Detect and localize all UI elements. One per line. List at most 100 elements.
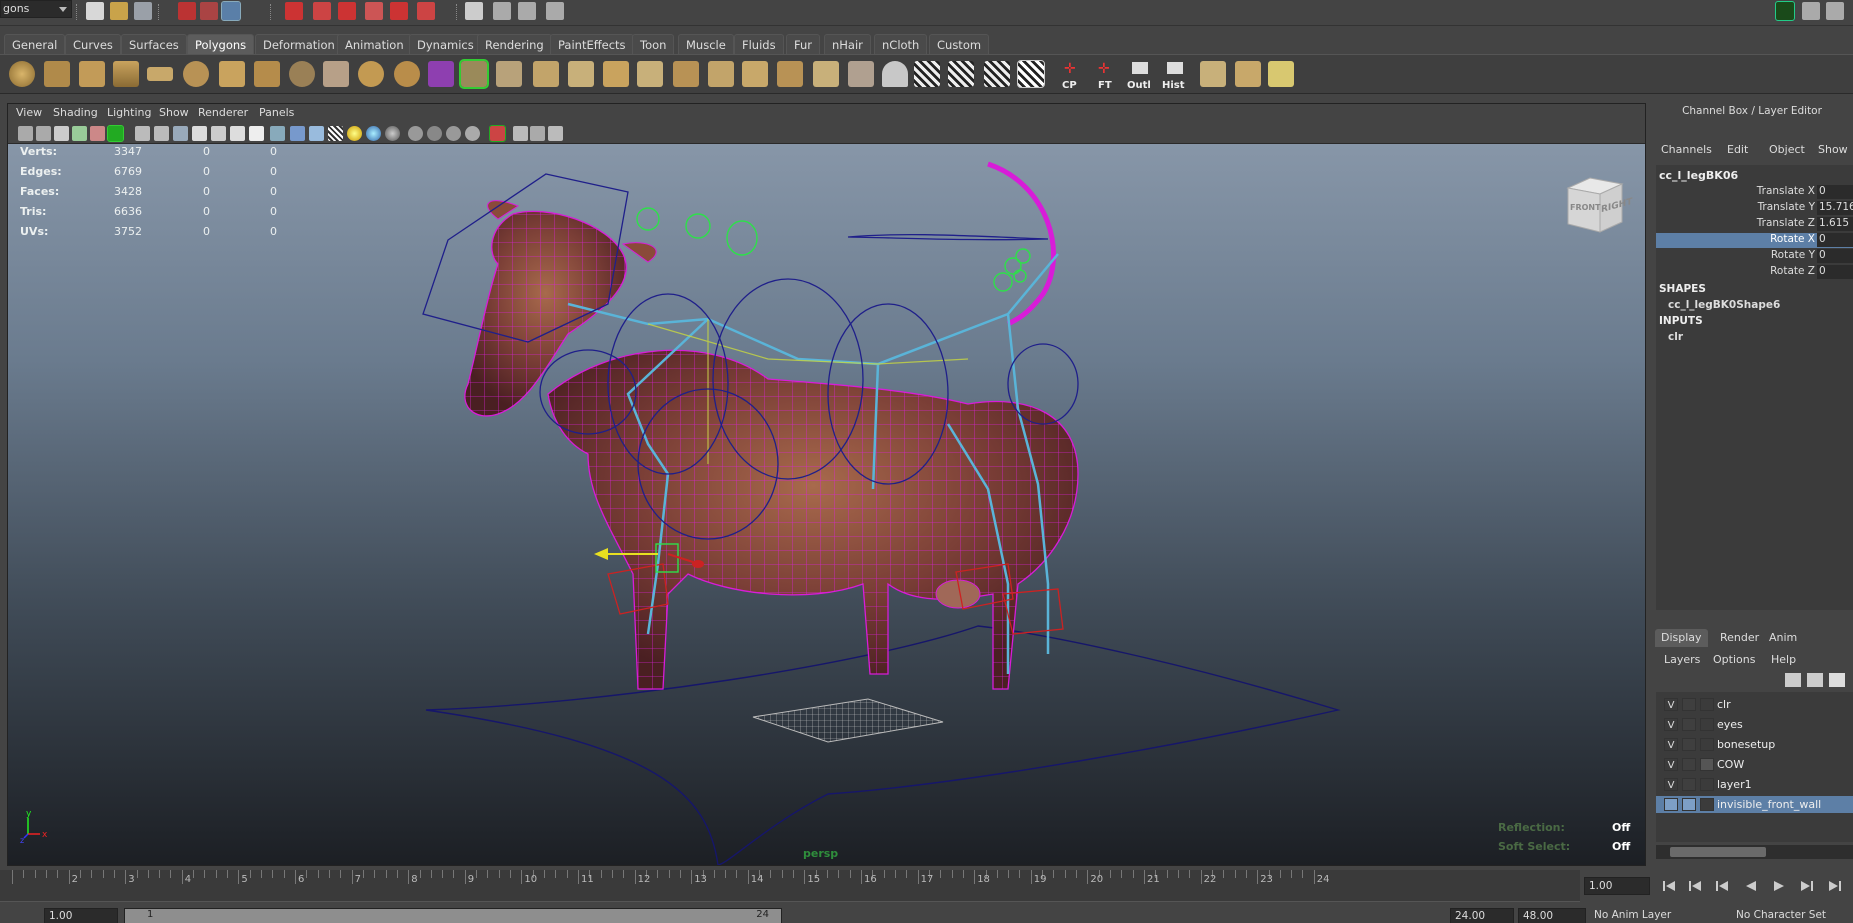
paint-weights-icon[interactable] [1235, 61, 1261, 87]
merge-vertices-icon[interactable] [742, 61, 768, 87]
texture-checker-icon[interactable] [1017, 60, 1045, 88]
poly-pyramid-icon[interactable] [219, 61, 245, 87]
make-live-icon[interactable] [390, 2, 408, 20]
tab-curves[interactable]: Curves [65, 34, 121, 54]
play-forward-icon[interactable] [1771, 879, 1787, 893]
use-all-lights-icon[interactable] [347, 126, 362, 141]
save-scene-icon[interactable] [134, 2, 152, 20]
smooth-icon[interactable] [394, 61, 420, 87]
menu-view[interactable]: View [16, 106, 42, 119]
menu-options[interactable]: Options [1713, 653, 1755, 666]
menu-lighting[interactable]: Lighting [107, 106, 151, 119]
poly-soccer-ball-icon[interactable] [289, 61, 315, 87]
mirror-geometry-icon[interactable] [813, 61, 839, 87]
tab-rendering[interactable]: Rendering [477, 34, 552, 54]
display-type-toggle[interactable] [1682, 738, 1696, 751]
uv-texture-editor-icon[interactable] [948, 61, 974, 87]
wireframe-on-shaded-icon[interactable] [309, 126, 324, 141]
split-polygon-icon[interactable] [568, 61, 594, 87]
frame-all-icon[interactable] [513, 126, 528, 141]
insert-edge-loop-icon[interactable] [603, 61, 629, 87]
layer-row-cow[interactable]: V COW [1656, 756, 1853, 773]
attr-translate-z[interactable]: Translate Z 1.615 [1656, 217, 1853, 232]
layer-row-invisible-front-wall[interactable]: invisible_front_wall [1656, 796, 1853, 813]
display-type-toggle[interactable] [1682, 718, 1696, 731]
layer-color-swatch[interactable] [1700, 698, 1714, 711]
select-object-icon[interactable] [200, 2, 218, 20]
shape-node[interactable]: cc_l_legBK0Shape6 [1668, 299, 1780, 311]
attr-value-field[interactable]: 0 [1817, 233, 1853, 247]
time-slider-track[interactable]: 2 3 4 5 6 7 8 9 10 11 12 13 14 15 16 17 18 19 20 21 22 23 24 [0, 870, 1580, 902]
attr-rotate-x[interactable]: Rotate X 0 [1656, 233, 1853, 248]
field-chart-icon[interactable] [211, 126, 226, 141]
poly-cube-icon[interactable] [44, 61, 70, 87]
layer-color-swatch[interactable] [1700, 758, 1714, 771]
display-type-toggle[interactable] [1682, 698, 1696, 711]
layer-color-swatch[interactable] [1700, 798, 1714, 811]
go-to-end-icon[interactable] [1827, 879, 1843, 893]
menu-object[interactable]: Object [1769, 143, 1805, 156]
menu-renderer[interactable]: Renderer [198, 106, 248, 119]
layer-color-swatch[interactable] [1700, 738, 1714, 751]
play-backward-icon[interactable] [1743, 879, 1759, 893]
center-pivot-button[interactable]: ✛ CP [1059, 61, 1085, 91]
visibility-toggle[interactable]: V [1664, 698, 1678, 711]
render-settings-icon[interactable] [546, 2, 564, 20]
select-component-icon[interactable] [221, 1, 241, 21]
display-type-toggle[interactable] [1682, 778, 1696, 791]
menu-help[interactable]: Help [1771, 653, 1796, 666]
tab-polygons[interactable]: Polygons [187, 34, 255, 54]
select-camera-icon[interactable] [18, 126, 33, 141]
high-quality-icon[interactable] [385, 126, 400, 141]
uv-layout-icon[interactable] [1268, 61, 1294, 87]
create-uv-icon[interactable] [848, 61, 874, 87]
cow-mesh[interactable] [464, 161, 1079, 690]
toggle-channel-box-icon[interactable] [1775, 1, 1795, 21]
poly-cone-icon[interactable] [113, 61, 139, 87]
select-tool-icon[interactable] [489, 125, 506, 142]
time-slider[interactable]: 2 3 4 5 6 7 8 9 10 11 12 13 14 15 16 17 18 19 20 21 22 23 24 1… [0, 870, 1853, 902]
bridge-icon[interactable] [496, 61, 522, 87]
attr-rotate-y[interactable]: Rotate Y 0 [1656, 249, 1853, 264]
magnet-icon[interactable] [417, 2, 435, 20]
poly-cylinder-icon[interactable] [79, 61, 105, 87]
toggle-tool-settings-icon[interactable] [1826, 2, 1844, 20]
tab-surfaces[interactable]: Surfaces [121, 34, 187, 54]
visibility-toggle[interactable]: V [1664, 738, 1678, 751]
bookmarks-icon[interactable] [54, 126, 69, 141]
attr-translate-y[interactable]: Translate Y 15.716 [1656, 201, 1853, 216]
menu-show[interactable]: Show [159, 106, 189, 119]
perspective-viewport[interactable]: Verts: 3347 0 0 Edges: 6769 0 0 Faces: 3… [8, 144, 1645, 865]
tab-display[interactable]: Display [1655, 629, 1708, 647]
current-frame-field[interactable]: 1.00 [1584, 877, 1650, 895]
character-set-dropdown[interactable]: No Character Set [1736, 909, 1826, 921]
extrude-icon[interactable] [459, 59, 489, 89]
tab-animation[interactable]: Animation [337, 34, 412, 54]
visibility-toggle[interactable]: V [1664, 778, 1678, 791]
layer-row-layer1[interactable]: V layer1 [1656, 776, 1853, 793]
step-back-frame-icon[interactable] [1714, 879, 1730, 893]
smooth-shade-icon[interactable] [290, 126, 305, 141]
resolution-gate-icon[interactable] [173, 126, 188, 141]
poly-pipe-icon[interactable] [254, 61, 280, 87]
step-forward-key-icon[interactable] [1799, 879, 1815, 893]
hypergraph-icon[interactable] [548, 126, 563, 141]
bevel-icon[interactable] [708, 61, 734, 87]
isolate-select-icon[interactable] [408, 126, 423, 141]
layer-name[interactable]: eyes [1717, 718, 1743, 731]
viewcube[interactable]: FRONT RIGHT [1560, 174, 1632, 236]
go-to-start-icon[interactable] [1661, 879, 1677, 893]
poly-plane-icon[interactable] [147, 67, 173, 81]
tab-anim[interactable]: Anim [1763, 629, 1803, 647]
scrollbar-thumb[interactable] [1670, 847, 1766, 857]
node-name[interactable]: cc_l_legBK06 [1659, 169, 1738, 182]
end-time-field[interactable]: 24.00 [1450, 908, 1514, 923]
range-slider-bar[interactable]: 1 24 [124, 908, 782, 923]
menu-set-dropdown[interactable]: gons [0, 0, 72, 18]
attr-value-field[interactable]: 0 [1817, 265, 1853, 279]
textured-icon[interactable] [328, 126, 343, 141]
two-d-pan-zoom-icon[interactable] [107, 125, 124, 142]
tab-nhair[interactable]: nHair [824, 34, 871, 54]
menu-panels[interactable]: Panels [259, 106, 294, 119]
offset-edge-loop-icon[interactable] [637, 61, 663, 87]
